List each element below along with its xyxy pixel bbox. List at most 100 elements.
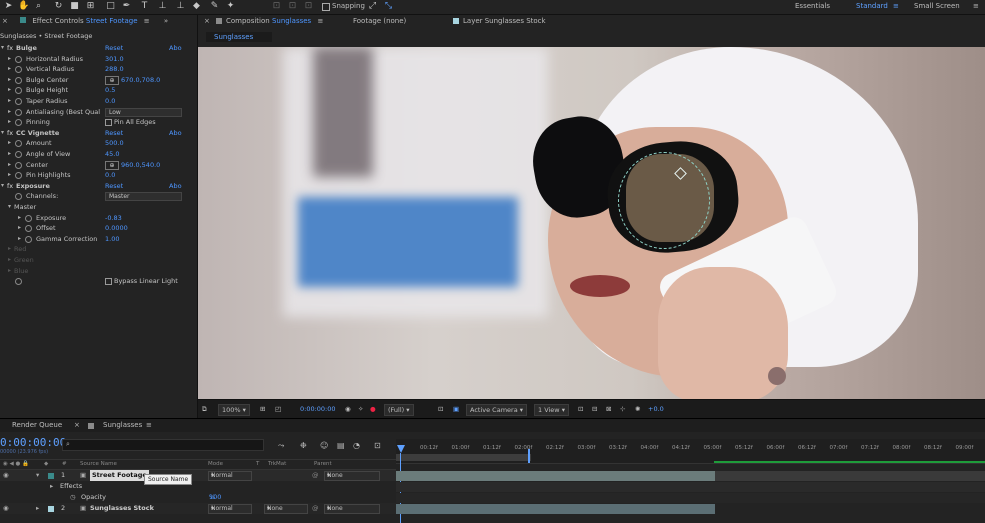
twirl-right-icon[interactable]: ▸ — [8, 117, 11, 127]
workspace-essentials[interactable]: Essentials — [795, 2, 830, 10]
stopwatch-icon[interactable] — [15, 56, 22, 63]
region-of-interest-icon[interactable]: ⊡ — [438, 404, 443, 414]
parent-select[interactable]: None ▾ — [324, 504, 380, 514]
effect-param[interactable]: ▸ Center ⊕ 960.0,540.0 — [0, 160, 197, 170]
stopwatch-icon[interactable] — [15, 151, 22, 158]
snap-feature-icon[interactable]: ⤡ — [384, 2, 393, 11]
twirl-down-icon[interactable]: ▾ — [36, 470, 39, 481]
axis-local-icon[interactable]: ⊡ — [272, 2, 281, 11]
effect-reset-button[interactable]: Reset — [105, 43, 123, 53]
twirl-right-icon[interactable]: ▸ — [8, 266, 11, 276]
camera-tool-icon[interactable]: ■ — [70, 2, 79, 11]
twirl-right-icon[interactable]: ▸ — [8, 160, 11, 170]
panel-expand-icon[interactable]: » — [164, 17, 168, 25]
pen-tool-icon[interactable]: ✒ — [122, 2, 131, 11]
timeline-search-input[interactable]: ⌕ — [62, 439, 264, 451]
panel-menu-icon[interactable]: ≡ — [317, 17, 323, 25]
workspace-standard[interactable]: Standard — [856, 2, 888, 10]
twirl-right-icon[interactable]: ▸ — [8, 64, 11, 74]
effect-about-button[interactable]: Abo — [169, 181, 182, 191]
param-value[interactable]: 1.00 — [105, 234, 119, 244]
param-value[interactable]: 0.0 — [105, 96, 115, 106]
composition-tab[interactable]: Composition Sunglasses ≡ — [226, 17, 323, 25]
exposure-value[interactable]: +0.0 — [648, 404, 664, 414]
param-value[interactable]: 960.0,540.0 — [121, 160, 160, 170]
param-value[interactable]: 500.0 — [105, 138, 124, 148]
effect-about-button[interactable]: Abo — [169, 43, 182, 53]
reset-exposure-icon[interactable]: ✺ — [635, 404, 640, 414]
effect-reset-button[interactable]: Reset — [105, 128, 123, 138]
opacity-row[interactable]: ◷ Opacity 100% — [0, 492, 396, 503]
twirl-right-icon[interactable]: ▸ — [18, 213, 21, 223]
layer-tab[interactable]: Layer Sunglasses Stock — [463, 17, 546, 25]
effect-group-disabled[interactable]: ▸ Red — [0, 244, 197, 254]
effect-group-disabled[interactable]: ▸ Blue — [0, 266, 197, 276]
workspace-overflow-icon[interactable]: ≡ — [973, 2, 979, 10]
footage-tab[interactable]: Footage (none) — [353, 17, 406, 25]
effects-row[interactable]: ▸ Effects — [0, 481, 396, 492]
fast-previews-icon[interactable]: ⊟ — [592, 404, 597, 414]
twirl-right-icon[interactable]: ▸ — [8, 149, 11, 159]
twirl-right-icon[interactable]: ▸ — [18, 223, 21, 233]
work-area-bar[interactable] — [396, 454, 531, 461]
param-value[interactable]: 670.0,708.0 — [121, 75, 160, 85]
close-icon[interactable]: × — [74, 421, 80, 429]
param-checkbox[interactable] — [105, 278, 112, 285]
stopwatch-icon[interactable] — [15, 109, 22, 116]
stopwatch-icon[interactable] — [15, 98, 22, 105]
stopwatch-icon[interactable] — [15, 162, 22, 169]
param-checkbox[interactable] — [105, 119, 112, 126]
viewer-timecode[interactable]: 0:00:00:00 — [300, 404, 336, 414]
effect-param[interactable]: ▸ Amount 500.0 — [0, 138, 197, 148]
workspace-menu-icon[interactable]: ≡ — [893, 2, 899, 10]
effect-param[interactable]: ▸ Bulge Height 0.5 — [0, 85, 197, 95]
selection-tool-icon[interactable]: ➤ — [4, 2, 13, 11]
rectangle-tool-icon[interactable]: □ — [106, 2, 115, 11]
twirl-right-icon[interactable]: ▸ — [36, 503, 39, 514]
roto-tool-icon[interactable]: ✎ — [210, 2, 219, 11]
stopwatch-icon[interactable] — [15, 278, 22, 285]
effect-group[interactable]: ▾ Master — [0, 202, 197, 212]
twirl-right-icon[interactable]: ▸ — [50, 481, 53, 492]
effect-param[interactable]: ▸ Bulge Center ⊕ 670.0,708.0 — [0, 75, 197, 85]
toggle-pixel-aspect-icon[interactable]: ⊡ — [578, 404, 583, 414]
twirl-down-icon[interactable]: ▾ — [1, 43, 4, 53]
stopwatch-icon[interactable] — [15, 172, 22, 179]
hand-tool-icon[interactable]: ✋ — [18, 2, 29, 11]
param-value[interactable]: -0.83 — [105, 213, 122, 223]
axis-world-icon[interactable]: ⊡ — [288, 2, 297, 11]
twirl-down-icon[interactable]: ▾ — [8, 202, 11, 212]
transparency-grid-icon[interactable]: ▣ — [453, 404, 459, 414]
column-t[interactable]: T — [256, 461, 259, 467]
zoom-tool-icon[interactable]: ⌕ — [34, 2, 43, 11]
flowchart-icon[interactable]: ⊹ — [620, 404, 625, 414]
layer-color-label[interactable] — [48, 473, 54, 479]
param-value[interactable]: 301.0 — [105, 54, 124, 64]
effect-param[interactable]: ▸ Horizontal Radius 301.0 — [0, 54, 197, 64]
visibility-icon[interactable]: ◉ — [3, 470, 9, 481]
twirl-right-icon[interactable]: ▸ — [8, 75, 11, 85]
close-icon[interactable]: × — [204, 17, 210, 25]
close-icon[interactable]: × — [2, 17, 8, 25]
graph-editor-icon[interactable]: ⊡ — [374, 441, 381, 450]
stopwatch-icon[interactable] — [15, 77, 22, 84]
brush-tool-icon[interactable]: ⊥ — [158, 2, 167, 11]
param-value[interactable]: 0.5 — [105, 85, 115, 95]
param-value[interactable]: 0.0000 — [105, 223, 128, 233]
render-queue-tab[interactable]: Render Queue — [12, 421, 62, 429]
twirl-right-icon[interactable]: ▸ — [8, 107, 11, 117]
effect-group-disabled[interactable]: ▸ Green — [0, 255, 197, 265]
effect-reset-button[interactable]: Reset — [105, 181, 123, 191]
stopwatch-icon[interactable] — [25, 225, 32, 232]
effect-param[interactable]: ▸ Pin Highlights 0.0 — [0, 170, 197, 180]
param-value[interactable]: 288.0 — [105, 64, 124, 74]
column-source-name[interactable]: Source Name — [80, 461, 117, 467]
effect-param[interactable]: ▸ Angle of View 45.0 — [0, 149, 197, 159]
twirl-down-icon[interactable]: ▾ — [1, 181, 4, 191]
effect-param[interactable]: ▸ Pinning Pin All Edges — [0, 117, 197, 127]
snap-icon[interactable]: ⤢ — [368, 2, 377, 11]
column-mode[interactable]: Mode — [208, 461, 223, 467]
twirl-right-icon[interactable]: ▸ — [8, 96, 11, 106]
layer-name[interactable]: Sunglasses Stock — [90, 503, 154, 514]
composition-subtab[interactable]: Sunglasses — [206, 32, 272, 42]
